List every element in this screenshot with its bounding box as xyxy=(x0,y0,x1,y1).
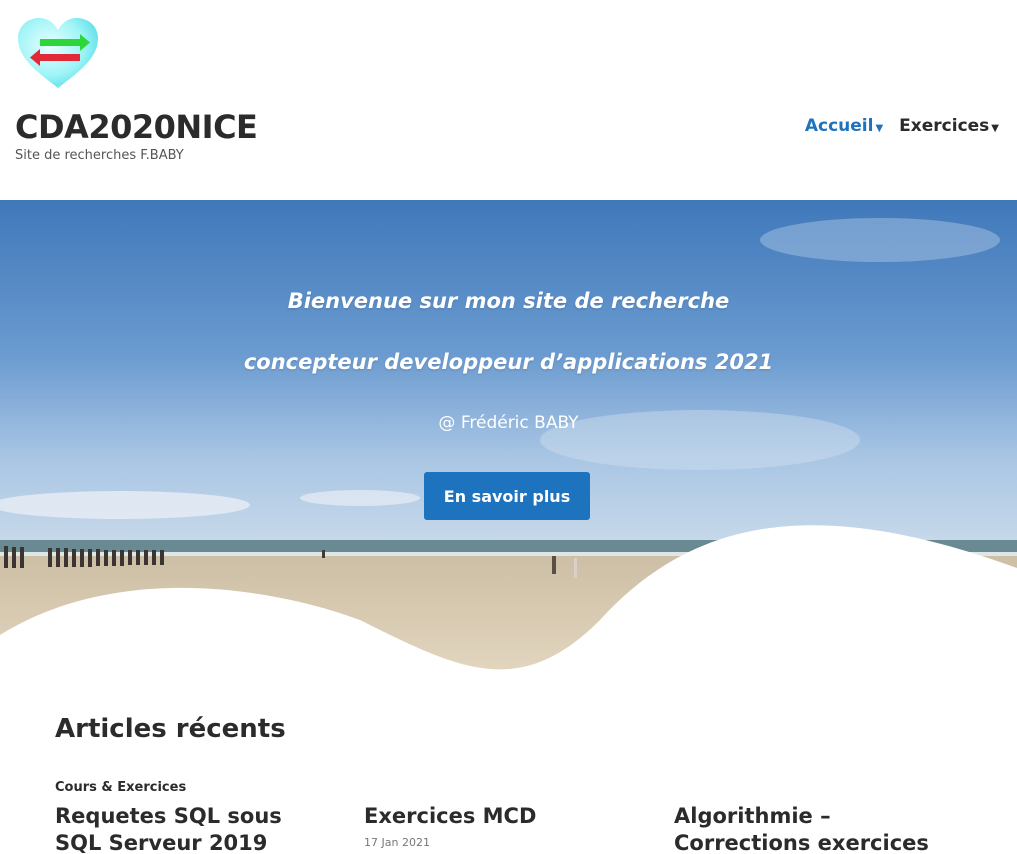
post-card: Cours & Exercices Requetes SQL sous SQL … xyxy=(55,780,315,854)
nav-item-accueil[interactable]: Accueil ▼ xyxy=(805,116,883,136)
nav-item-label: Accueil xyxy=(804,116,874,136)
post-category-link[interactable] xyxy=(364,780,624,795)
hero-heading-line2: concepteur developpeur d’applications 20… xyxy=(243,350,774,374)
post-title-link[interactable]: Requetes SQL sous SQL Serveur 2019 xyxy=(55,803,315,854)
hero-heading-line1: Bienvenue sur mon site de recherche xyxy=(287,289,730,313)
en-savoir-plus-button[interactable]: En savoir plus xyxy=(424,472,590,520)
nav-item-exercices[interactable]: Exercices ▼ xyxy=(899,116,999,136)
hero-author: @ Frédéric BABY xyxy=(438,413,579,433)
main-nav: Accueil ▼ Exercices ▼ xyxy=(805,116,999,136)
site-tagline: Site de recherches F.BABY xyxy=(15,148,184,163)
caret-down-icon: ▼ xyxy=(875,122,884,134)
heart-arrows-logo-icon[interactable] xyxy=(16,16,100,92)
site-title[interactable]: CDA2020NICE xyxy=(15,108,258,146)
site-header: CDA2020NICE Site de recherches F.BABY Ac… xyxy=(0,0,1017,200)
post-category-link[interactable]: Cours & Exercices xyxy=(55,780,315,795)
nav-item-label: Exercices xyxy=(899,116,990,136)
recent-articles-heading: Articles récents xyxy=(55,714,286,744)
wave-divider xyxy=(0,525,1017,680)
post-title-link[interactable]: Exercices MCD xyxy=(364,803,624,830)
hero-banner: Bienvenue sur mon site de recherche conc… xyxy=(0,200,1017,680)
post-date: 17 Jan 2021 xyxy=(364,836,430,849)
post-title-link[interactable]: Algorithmie – Corrections exercices xyxy=(674,803,934,854)
post-card: Algorithmie – Corrections exercices xyxy=(674,780,934,854)
caret-down-icon: ▼ xyxy=(991,122,999,134)
post-card: Exercices MCD 17 Jan 2021 xyxy=(364,780,624,849)
post-category-link[interactable] xyxy=(674,780,934,795)
